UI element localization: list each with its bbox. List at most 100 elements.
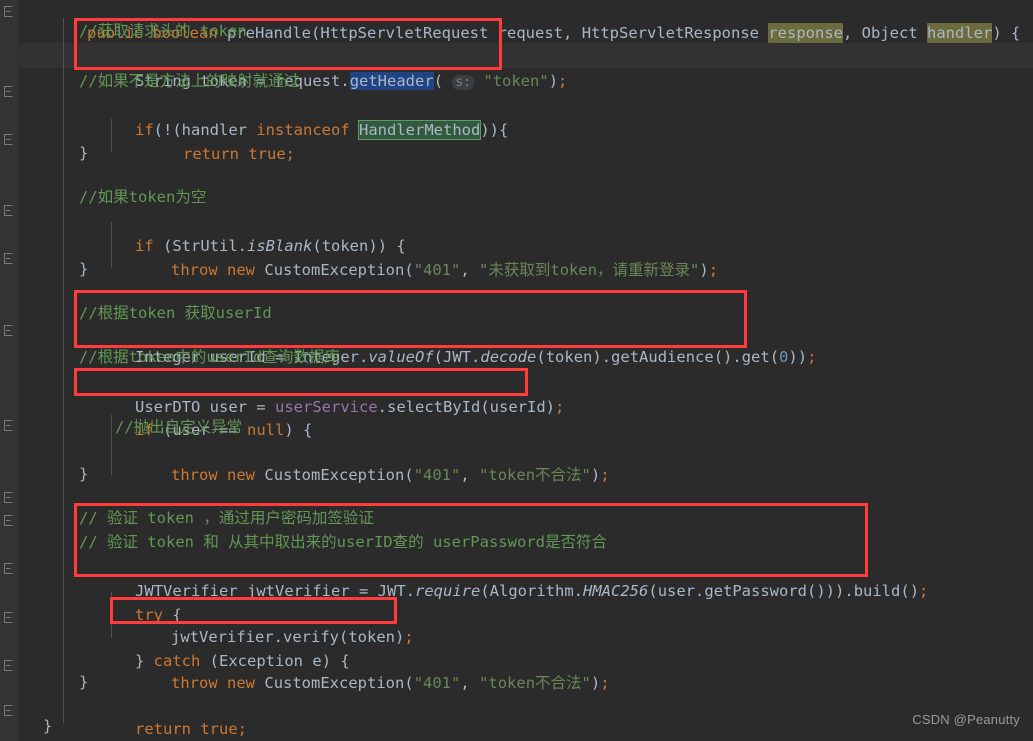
token-punct: . — [377, 398, 387, 416]
token-string: "token" — [483, 72, 549, 90]
code-line[interactable]: } — [79, 141, 88, 166]
token-keyword: true — [200, 720, 238, 738]
token-type-search-match: HandlerMethod — [358, 120, 482, 140]
token-punct: )) — [788, 348, 808, 366]
token-type: HttpServletResponse — [581, 24, 759, 42]
code-line[interactable]: JWTVerifier jwtVerifier = JWT.require(Al… — [79, 554, 928, 600]
token-var: user — [657, 582, 696, 600]
token-punct: , — [563, 24, 582, 42]
code-line-comment[interactable]: //如果不是方法上的映射就通过 — [79, 69, 299, 94]
token-keyword: new — [227, 466, 256, 484]
code-line-comment[interactable]: //根据token中的userId查询数据库 — [79, 345, 340, 370]
token-string: "401" — [413, 674, 461, 692]
token-keyword: null — [247, 421, 285, 439]
code-line-comment[interactable]: //抛出自定义异常 — [115, 415, 242, 440]
token-type: JWT — [443, 348, 472, 366]
token-semicolon: ; — [807, 348, 817, 366]
token-punct: , — [460, 466, 480, 484]
token-var: jwtVerifier — [247, 582, 350, 600]
token-keyword: new — [227, 674, 256, 692]
token-keyword: throw — [171, 261, 218, 279]
token-string: "401" — [413, 261, 461, 279]
code-line[interactable]: throw new CustomException("401", "未获取到to… — [115, 233, 718, 279]
token-punct: ) — [545, 398, 556, 416]
code-line[interactable]: return true; — [79, 692, 247, 738]
code-line[interactable]: throw new CustomException("401", "token不… — [115, 438, 610, 484]
code-line-comment[interactable]: //如果token为空 — [79, 185, 206, 210]
parameter-hint-chip: s: — [452, 75, 475, 90]
token-punct: ) — [699, 261, 709, 279]
token-punct: ( — [480, 582, 490, 600]
token-punct: ( — [769, 348, 780, 366]
token-semicolon: ; — [555, 398, 565, 416]
token-type: Object — [861, 24, 918, 42]
code-line[interactable]: String token = request.getHeader( s: "to… — [79, 44, 567, 90]
code-line[interactable]: jwtVerifier.verify(token); — [115, 600, 414, 646]
token-punct: . — [471, 348, 481, 366]
token-param-highlighted: response — [768, 23, 843, 43]
code-line[interactable]: } — [79, 257, 88, 282]
code-line[interactable]: } — [79, 462, 88, 487]
token-keyword: return — [183, 145, 239, 163]
token-punct: . — [695, 582, 705, 600]
code-line[interactable]: return true; — [127, 117, 295, 163]
token-static-method: decode — [480, 348, 537, 366]
code-line-comment[interactable]: // 验证 token 和 从其中取出来的userID查的 userPasswo… — [79, 530, 607, 555]
code-line[interactable]: public boolean preHandle(HttpServletRequ… — [31, 0, 1020, 43]
code-line[interactable]: if (StrUtil.isBlank(token)) { — [79, 209, 406, 255]
token-type: HttpServletRequest — [320, 24, 489, 42]
code-line[interactable]: Integer userId = Integer.valueOf(JWT.dec… — [79, 320, 816, 366]
token-type: CustomException — [264, 674, 405, 692]
code-content[interactable]: public boolean preHandle(HttpServletRequ… — [0, 0, 1033, 741]
token-number: 0 — [779, 348, 789, 366]
code-line-comment[interactable]: //获取请求头的 token — [79, 19, 247, 44]
token-string: "token不合法" — [479, 674, 591, 692]
token-var: token — [348, 628, 396, 646]
token-static-method: valueOf — [368, 348, 434, 366]
token-method: build — [853, 582, 901, 600]
token-punct: ( — [648, 582, 658, 600]
code-line[interactable]: } — [43, 714, 52, 739]
token-punct: )){ — [480, 121, 509, 139]
token-method: getAudience — [611, 348, 714, 366]
token-keyword: true — [248, 145, 286, 163]
code-line-comment[interactable]: // 验证 token ，通过用户密码加签验证 — [79, 506, 374, 531]
token-punct: , — [460, 674, 480, 692]
token-punct: ())). — [807, 582, 854, 600]
token-type: JWT — [377, 582, 406, 600]
token-punct: () — [900, 582, 920, 600]
token-punct: = — [349, 582, 378, 600]
token-param: request — [497, 24, 564, 42]
token-punct: ) { — [992, 24, 1021, 42]
token-param-highlighted: handler — [927, 23, 993, 43]
token-method: get — [741, 348, 770, 366]
token-var: userId — [489, 398, 546, 416]
token-punct: . — [573, 582, 584, 600]
token-semicolon: ; — [285, 145, 296, 163]
code-editor-screenshot: public boolean preHandle(HttpServletRequ… — [0, 0, 1033, 741]
code-line[interactable]: if(!(handler instanceof HandlerMethod)){ — [79, 93, 508, 140]
token-keyword: throw — [171, 466, 218, 484]
code-line[interactable]: UserDTO user = userService.selectById(us… — [79, 370, 564, 416]
token-punct: ) — [590, 674, 601, 692]
code-line[interactable]: throw new CustomException("401", "token不… — [115, 646, 610, 692]
token-string: "未获取到token，请重新登录" — [479, 261, 700, 279]
token-keyword: return — [135, 720, 191, 738]
token-punct: ) — [548, 72, 559, 90]
token-punct: . — [340, 72, 350, 90]
watermark-text: CSDN @Peanutty — [912, 712, 1020, 727]
token-punct: ( — [433, 72, 453, 90]
token-var: token — [545, 348, 593, 366]
token-punct: , — [460, 261, 480, 279]
